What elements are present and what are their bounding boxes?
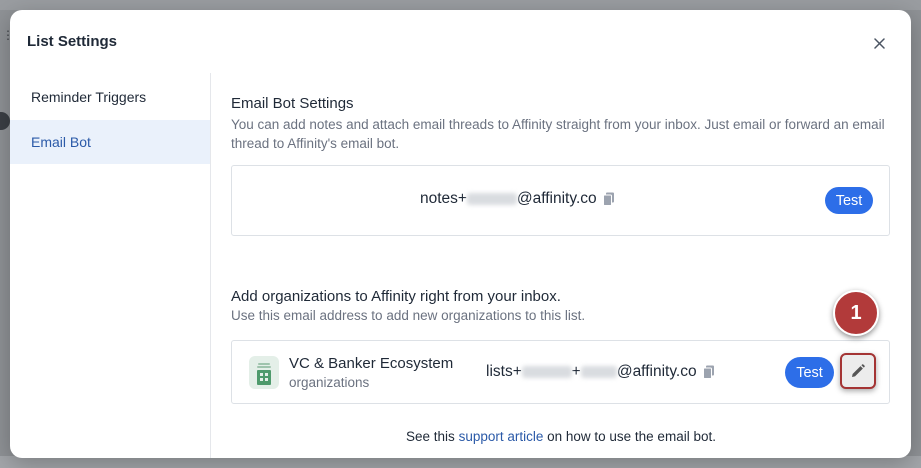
organization-list-icon: [249, 356, 279, 389]
copy-icon[interactable]: [702, 365, 715, 379]
building-icon: [257, 363, 271, 385]
sidebar-item-reminder-triggers[interactable]: Reminder Triggers: [10, 75, 210, 119]
email-bot-description: You can add notes and attach email threa…: [231, 117, 885, 151]
copy-icon[interactable]: [602, 192, 615, 206]
notes-email-address[interactable]: notes+ demo-cs @affinity.co: [420, 190, 615, 208]
list-name: VC & Banker Ecosystem: [289, 355, 454, 372]
sidebar-item-label: Email Bot: [31, 134, 91, 150]
organizations-description: Use this email address to add new organi…: [231, 308, 586, 323]
list-test-button[interactable]: Test: [785, 357, 834, 388]
pencil-icon: [852, 364, 865, 377]
support-note-before: See this: [406, 429, 459, 444]
background-badge: [0, 112, 10, 130]
email-bot-title: Email Bot Settings: [231, 95, 354, 112]
list-settings-modal: List Settings Reminder Triggers Email Bo…: [10, 10, 911, 458]
modal-title: List Settings: [27, 33, 118, 50]
list-email-address[interactable]: lists+ demo-cs + 85877 @affinity.co: [486, 363, 715, 381]
notes-email-card: notes+ demo-cs @affinity.co Test: [231, 165, 890, 236]
list-email-prefix: lists+: [486, 363, 522, 380]
background-app: [0, 0, 921, 10]
notes-email-suffix: @affinity.co: [516, 190, 597, 207]
close-icon: [873, 37, 885, 49]
list-email-card: VC & Banker Ecosystem organizations list…: [231, 340, 890, 404]
notes-test-button[interactable]: Test: [825, 187, 873, 214]
step-number-badge: 1: [833, 290, 879, 336]
sidebar-item-email-bot[interactable]: Email Bot: [10, 120, 210, 164]
list-type: organizations: [289, 375, 370, 390]
support-article-link[interactable]: support article: [459, 429, 544, 444]
settings-sidebar: Reminder Triggers Email Bot: [10, 73, 211, 458]
support-note-after: on how to use the email bot.: [543, 429, 716, 444]
edit-button[interactable]: [840, 353, 876, 389]
organizations-title: Add organizations to Affinity right from…: [231, 288, 561, 305]
list-email-plus: +: [571, 363, 581, 380]
sidebar-item-label: Reminder Triggers: [31, 89, 147, 105]
redacted-text: demo-cs: [466, 193, 517, 205]
list-email-suffix: @affinity.co: [616, 363, 697, 380]
support-note: See this support article on how to use t…: [231, 429, 891, 444]
redacted-text: demo-cs: [521, 366, 572, 378]
notes-email-prefix: notes+: [420, 190, 467, 207]
redacted-text: 85877: [580, 366, 617, 378]
close-button[interactable]: [868, 32, 890, 54]
